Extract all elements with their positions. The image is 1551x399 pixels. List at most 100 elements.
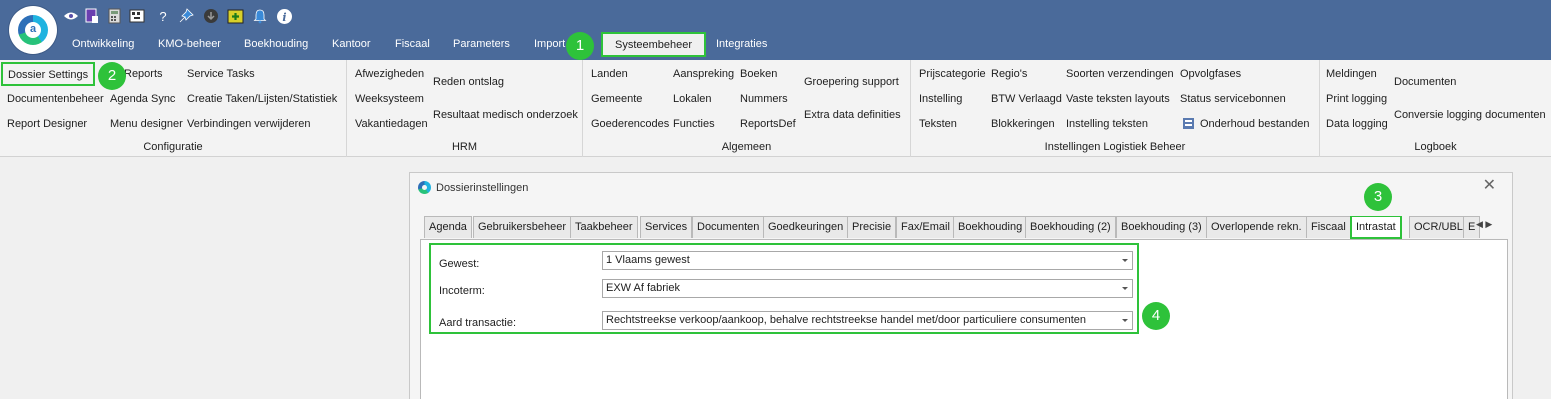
aard-transactie-select[interactable]: Rechtstreekse verkoop/aankoop, behalve r… [602, 311, 1133, 330]
bell-icon[interactable] [251, 7, 269, 25]
ribbon-item-creatie-taken[interactable]: Creatie Taken/Lijsten/Statistiek [187, 92, 337, 106]
eye-icon[interactable] [62, 7, 80, 25]
ribbon-item-instelling-teksten[interactable]: Instelling teksten [1066, 117, 1148, 131]
ribbon-item-groepering-support[interactable]: Groepering support [804, 75, 899, 89]
tab-fiscaal[interactable]: Fiscaal [1306, 216, 1351, 238]
ribbon-item-functies[interactable]: Functies [673, 117, 715, 131]
ribbon-item-status-servicebonnen[interactable]: Status servicebonnen [1180, 92, 1286, 106]
intrastat-panel: Gewest: 1 Vlaams gewest Incoterm: EXW Af… [420, 239, 1508, 399]
ribbon-item-afwezigheden[interactable]: Afwezigheden [355, 67, 424, 81]
pin-icon[interactable] [177, 7, 195, 25]
menu-kmo-beheer[interactable]: KMO-beheer [158, 31, 221, 57]
ribbon-item-resultaat-medisch-onderzoek[interactable]: Resultaat medisch onderzoek [433, 108, 578, 122]
ribbon-item-landen[interactable]: Landen [591, 67, 628, 81]
ribbon-item-documentenbeheer[interactable]: Documentenbeheer [7, 92, 104, 106]
tab-intrastat[interactable]: Intrastat [1350, 216, 1402, 239]
menu-systeembeheer[interactable]: Systeembeheer [601, 32, 707, 57]
app-icon [418, 181, 431, 194]
menu-import[interactable]: Import [534, 31, 565, 57]
tab-boekhouding-2[interactable]: Boekhouding (2) [1025, 216, 1116, 238]
ribbon-item-conversie-logging-documenten[interactable]: Conversie logging documenten [1394, 108, 1546, 122]
ribbon-group-logistiek: Prijscategorie Regio's Soorten verzendin… [911, 60, 1320, 157]
ribbon-item-onderhoud-bestanden[interactable]: Onderhoud bestanden [1200, 117, 1309, 131]
menu-boekhouding[interactable]: Boekhouding [244, 31, 308, 57]
tab-taakbeheer[interactable]: Taakbeheer [570, 216, 638, 238]
ribbon-item-meldingen[interactable]: Meldingen [1326, 67, 1377, 81]
database-icon [1182, 117, 1195, 130]
ribbon-item-prijscategorie[interactable]: Prijscategorie [919, 67, 986, 81]
tab-precisie[interactable]: Precisie [847, 216, 897, 238]
incoterm-label: Incoterm: [439, 285, 485, 297]
ribbon-item-boeken[interactable]: Boeken [740, 67, 777, 81]
tab-boekhouding-3[interactable]: Boekhouding (3) [1116, 216, 1207, 238]
ribbon-group-hrm: Afwezigheden Reden ontslag Weeksysteem R… [347, 60, 583, 157]
ribbon-item-data-logging[interactable]: Data logging [1326, 117, 1388, 131]
gewest-select[interactable]: 1 Vlaams gewest [602, 251, 1133, 270]
menu-ontwikkeling[interactable]: Ontwikkeling [72, 31, 134, 57]
ribbon-item-opvolgfases[interactable]: Opvolgfases [1180, 67, 1241, 81]
ribbon-item-lokalen[interactable]: Lokalen [673, 92, 712, 106]
aard-transactie-label: Aard transactie: [439, 317, 517, 329]
ribbon-item-vaste-teksten-layouts[interactable]: Vaste teksten layouts [1066, 92, 1170, 106]
download-icon[interactable] [202, 7, 220, 25]
ribbon-item-soorten-verzendingen[interactable]: Soorten verzendingen [1066, 67, 1174, 81]
tab-agenda[interactable]: Agenda [424, 216, 472, 238]
tab-documenten[interactable]: Documenten [692, 216, 765, 238]
menu-integraties[interactable]: Integraties [716, 31, 767, 57]
ribbon-item-print-logging[interactable]: Print logging [1326, 92, 1387, 106]
ribbon-item-agenda-sync[interactable]: Agenda Sync [110, 92, 175, 106]
ribbon-item-report-designer[interactable]: Report Designer [7, 117, 87, 131]
gewest-value: 1 Vlaams gewest [606, 254, 690, 266]
document-icon[interactable] [83, 7, 101, 25]
tab-goedkeuringen[interactable]: Goedkeuringen [763, 216, 849, 238]
tab-overlopende-rekn[interactable]: Overlopende rekn. [1206, 216, 1307, 238]
ribbon-item-gemeente[interactable]: Gemeente [591, 92, 642, 106]
info-icon[interactable]: i [275, 7, 293, 25]
callout-marker-4: 4 [1142, 302, 1170, 330]
incoterm-value: EXW Af fabriek [606, 282, 680, 294]
ribbon-item-btw-verlaagd[interactable]: BTW Verlaagd [991, 92, 1062, 106]
help-icon[interactable]: ? [154, 7, 172, 25]
ribbon-item-documenten[interactable]: Documenten [1394, 75, 1456, 89]
tab-scroll-arrows[interactable]: ◀ ▶ [1476, 219, 1492, 230]
ribbon-item-goederencodes[interactable]: Goederencodes [591, 117, 669, 131]
menu-parameters[interactable]: Parameters [453, 31, 510, 57]
ribbon-item-blokkeringen[interactable]: Blokkeringen [991, 117, 1055, 131]
ribbon-item-service-tasks[interactable]: Service Tasks [187, 67, 255, 81]
ribbon-item-extra-data-definities[interactable]: Extra data definities [804, 108, 901, 122]
incoterm-select[interactable]: EXW Af fabriek [602, 279, 1133, 298]
chevron-down-icon [1122, 287, 1128, 290]
ribbon-item-weeksysteem[interactable]: Weeksysteem [355, 92, 424, 106]
dialog-title: Dossierinstellingen [436, 182, 529, 194]
ribbon-item-aanspreking[interactable]: Aanspreking [673, 67, 734, 81]
menu-kantoor[interactable]: Kantoor [332, 31, 371, 57]
ribbon-group-logboek: Meldingen Documenten Print logging Data … [1320, 60, 1551, 157]
ribbon-group-label: Instellingen Logistiek Beheer [1044, 141, 1186, 153]
ribbon-item-teksten[interactable]: Teksten [919, 117, 957, 131]
ribbon-item-nummers[interactable]: Nummers [740, 92, 788, 106]
callout-marker-3: 3 [1364, 183, 1392, 211]
tab-services[interactable]: Services [640, 216, 693, 238]
tab-ocr-ubl[interactable]: OCR/UBL [1409, 216, 1468, 238]
menu-fiscaal[interactable]: Fiscaal [395, 31, 430, 57]
chevron-down-icon [1122, 259, 1128, 262]
tab-boekhouding[interactable]: Boekhouding [953, 216, 1028, 238]
tab-gebruikersbeheer[interactable]: Gebruikersbeheer [473, 216, 572, 238]
ribbon-item-verbindingen-verwijderen[interactable]: Verbindingen verwijderen [187, 117, 311, 131]
callout-marker-1: 1 [566, 32, 594, 60]
ribbon-item-dossier-settings[interactable]: Dossier Settings [1, 62, 96, 86]
ribbon-item-reportsdef[interactable]: ReportsDef [740, 117, 796, 131]
add-icon[interactable] [226, 7, 244, 25]
ribbon-item-regios[interactable]: Regio's [991, 67, 1027, 81]
svg-text:i: i [282, 11, 286, 24]
ribbon-item-instelling[interactable]: Instelling [919, 92, 962, 106]
keyboard-icon[interactable] [128, 7, 146, 25]
close-icon[interactable]: ✕ [1483, 178, 1496, 194]
calculator-icon[interactable] [105, 7, 123, 25]
ribbon-item-vakantiedagen[interactable]: Vakantiedagen [355, 117, 428, 131]
tab-fax-email[interactable]: Fax/Email [896, 216, 955, 238]
ribbon-group-algemeen: Landen Aanspreking Boeken Groepering sup… [583, 60, 911, 157]
ribbon-item-reden-ontslag[interactable]: Reden ontslag [433, 75, 504, 89]
ribbon-group-label: Algemeen [721, 141, 772, 153]
ribbon-item-menu-designer[interactable]: Menu designer [110, 117, 183, 131]
